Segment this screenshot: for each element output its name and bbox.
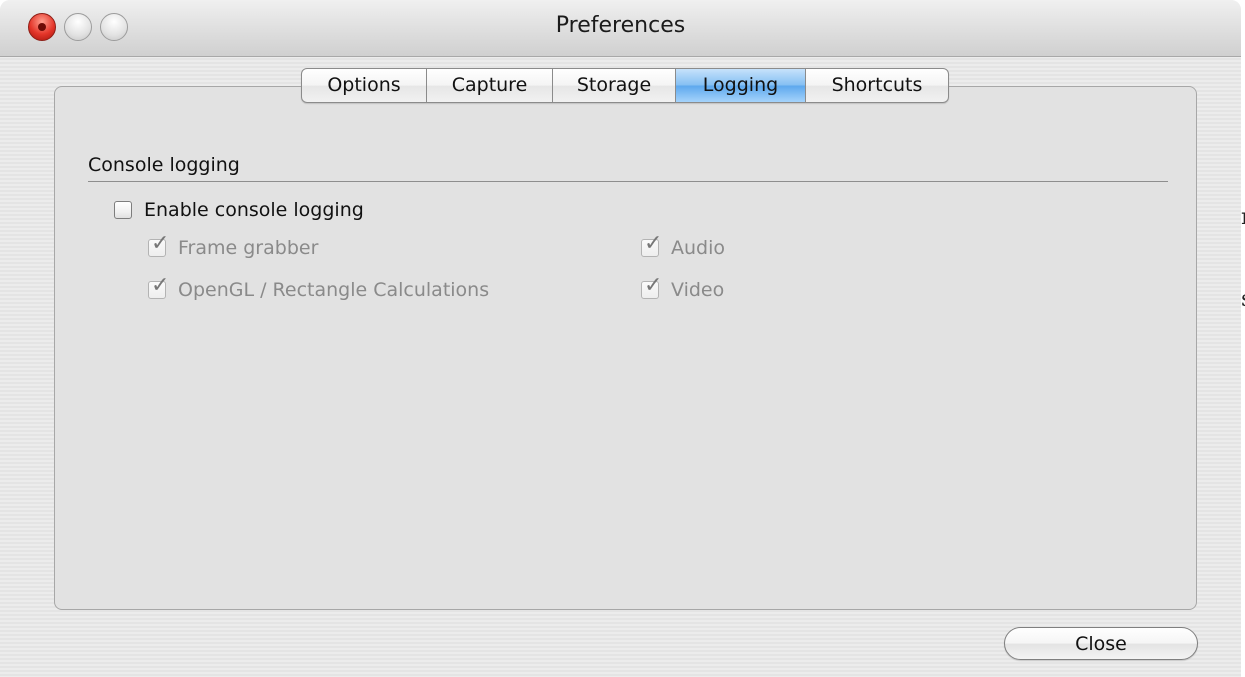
audio-label: Audio: [671, 237, 726, 259]
enable-console-logging-label: Enable console logging: [144, 199, 364, 221]
preferences-window: Preferences Options Capture Storage Logg…: [0, 0, 1241, 677]
opengl-rectangle-calculations-checkbox[interactable]: ✓ OpenGL / Rectangle Calculations: [148, 275, 490, 301]
checkbox-box[interactable]: ✓: [641, 275, 662, 299]
checkbox-box[interactable]: ✓: [641, 233, 662, 257]
tab-logging[interactable]: Logging: [676, 69, 806, 102]
section-divider: [88, 181, 1168, 182]
enable-console-logging-checkbox[interactable]: Enable console logging: [114, 199, 364, 221]
checkbox-box[interactable]: [114, 201, 132, 219]
checkmark-icon: ✓: [151, 273, 170, 298]
tab-storage[interactable]: Storage: [553, 69, 676, 102]
checkbox-box[interactable]: ✓: [148, 233, 169, 257]
title-bar[interactable]: Preferences: [0, 0, 1241, 57]
console-logging-heading: Console logging: [88, 154, 240, 176]
frame-grabber-label: Frame grabber: [178, 237, 319, 259]
checkmark-icon: ✓: [644, 273, 663, 298]
tab-shortcuts[interactable]: Shortcuts: [806, 69, 948, 102]
window-title: Preferences: [555, 13, 686, 38]
opengl-rectangle-calculations-label: OpenGL / Rectangle Calculations: [178, 279, 490, 301]
frame-grabber-checkbox[interactable]: ✓ Frame grabber: [148, 233, 319, 259]
checkmark-icon: ✓: [151, 231, 170, 256]
tab-bar: Options Capture Storage Logging Shortcut…: [301, 68, 949, 103]
close-button[interactable]: Close: [1004, 627, 1198, 660]
checkmark-icon: ✓: [644, 231, 663, 256]
checkbox-box[interactable]: ✓: [148, 275, 169, 299]
video-label: Video: [671, 279, 725, 301]
video-checkbox[interactable]: ✓ Video: [641, 275, 725, 301]
audio-checkbox[interactable]: ✓ Audio: [641, 233, 726, 259]
tab-capture[interactable]: Capture: [427, 69, 553, 102]
edge-glyph-n: n: [1241, 205, 1245, 230]
tab-options[interactable]: Options: [302, 69, 427, 102]
edge-glyph-s: s: [1241, 287, 1245, 312]
